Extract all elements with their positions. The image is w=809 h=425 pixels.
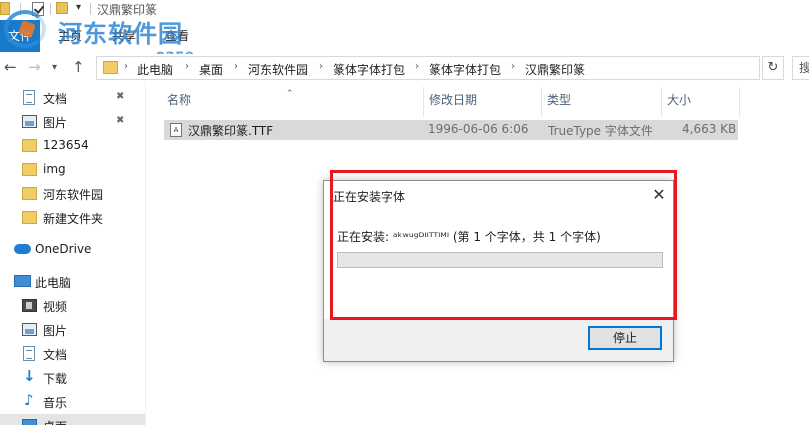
breadcrumb-separator-icon[interactable]: › [319, 61, 323, 72]
sidebar-item-downloads[interactable]: ↓ 下载 [0, 366, 145, 390]
sidebar-item-documents[interactable]: 文档 [0, 342, 145, 366]
folder-icon [22, 139, 37, 152]
table-row[interactable]: A 汉鼎繁印篆.TTF 1996-06-06 6:06 TrueType 字体文… [164, 120, 738, 140]
sidebar-item-label: img [43, 162, 66, 176]
music-icon: ♪ [24, 391, 34, 409]
ribbon: 文件 主页 共享 查看 [0, 20, 809, 54]
new-folder-icon[interactable] [56, 2, 68, 14]
sort-ascending-icon: ⌃ [286, 89, 294, 99]
tab-share[interactable]: 共享 [112, 20, 136, 52]
folder-icon [22, 211, 37, 224]
sidebar-item-label: 此电脑 [35, 276, 72, 290]
sidebar-item-label: 文档 [43, 348, 68, 362]
font-file-icon: A [170, 123, 182, 137]
folder-icon [0, 2, 10, 15]
column-header-date[interactable]: 修改日期 [424, 87, 542, 117]
breadcrumb-desktop[interactable]: 桌面 [199, 61, 223, 78]
breadcrumb-separator-icon[interactable]: › [511, 61, 515, 72]
tab-home[interactable]: 主页 [58, 20, 82, 52]
sidebar-item-label: 音乐 [43, 396, 68, 410]
window-titlebar: ▾ 汉鼎繁印篆 [0, 0, 809, 20]
toolbar-separator [50, 3, 51, 15]
download-icon: ↓ [23, 367, 36, 385]
sidebar-item-onedrive[interactable]: OneDrive [0, 238, 145, 262]
back-arrow-icon[interactable]: ← [4, 58, 17, 76]
forward-arrow-icon[interactable]: → [28, 58, 41, 76]
breadcrumb-font-pack-1[interactable]: 篆体字体打包 [333, 61, 405, 78]
sidebar-item-label: 文档 [43, 92, 68, 106]
sidebar-item-label: 图片 [43, 324, 68, 338]
customize-quick-access-icon[interactable]: ▾ [76, 2, 81, 13]
breadcrumb-separator-icon[interactable]: › [124, 61, 128, 72]
sidebar-item-pictures[interactable]: 图片 [0, 318, 145, 342]
sidebar-item-label: 下载 [43, 372, 68, 386]
pin-icon: ✖ [116, 91, 125, 102]
sidebar-item-desktop[interactable]: 桌面 [0, 414, 145, 425]
recent-locations-icon[interactable]: ▾ [52, 62, 57, 73]
document-icon [23, 346, 35, 361]
column-header-type[interactable]: 类型 [542, 87, 662, 117]
sidebar-item-img[interactable]: img [0, 158, 145, 182]
computer-icon [14, 275, 31, 287]
navigation-bar: ← → ▾ ↑ › 此电脑 › 桌面 › 河东软件园 › 篆体字体打包 › 篆体… [0, 54, 809, 82]
highlight-annotation [330, 170, 677, 320]
breadcrumb-separator-icon[interactable]: › [415, 61, 419, 72]
sidebar-item-label: 河东软件园 [43, 188, 104, 202]
file-date: 1996-06-06 6:06 [428, 122, 529, 136]
sidebar-item-this-pc[interactable]: 此电脑 [0, 270, 145, 294]
breadcrumb-separator-icon[interactable]: › [234, 61, 238, 72]
cloud-icon [14, 244, 31, 254]
toolbar-separator [90, 3, 91, 15]
column-header-name[interactable]: 名称 ⌃ [162, 87, 424, 117]
picture-icon [22, 115, 37, 128]
sidebar-item-documents-pinned[interactable]: 文档 ✖ [0, 86, 145, 110]
folder-icon [22, 187, 37, 200]
sidebar-item-pictures-pinned[interactable]: 图片 ✖ [0, 110, 145, 134]
sidebar-item-123654[interactable]: 123654 [0, 134, 145, 158]
sidebar-item-label: 新建文件夹 [43, 212, 104, 226]
column-header-size[interactable]: 大小 [662, 87, 740, 117]
desktop-icon [22, 419, 37, 425]
column-header-label: 名称 [167, 93, 192, 107]
properties-icon[interactable] [32, 2, 44, 16]
folder-icon [22, 163, 37, 176]
breadcrumb-hedong[interactable]: 河东软件园 [248, 61, 308, 78]
sidebar-item-hedong[interactable]: 河东软件园 [0, 182, 145, 206]
tab-view[interactable]: 查看 [165, 20, 189, 52]
search-input[interactable]: 搜 [792, 56, 809, 80]
video-icon [22, 299, 37, 312]
sidebar-item-label: 桌面 [43, 418, 67, 425]
sidebar-item-label: 图片 [43, 116, 68, 130]
stop-button[interactable]: 停止 [588, 326, 662, 350]
sidebar-item-new-folder[interactable]: 新建文件夹 [0, 206, 145, 230]
tab-file[interactable]: 文件 [0, 20, 40, 52]
sidebar-item-label: 视频 [43, 300, 68, 314]
toolbar-separator [20, 3, 21, 15]
up-arrow-icon[interactable]: ↑ [72, 58, 85, 76]
file-type: TrueType 字体文件 [548, 124, 653, 138]
address-bar[interactable]: › 此电脑 › 桌面 › 河东软件园 › 篆体字体打包 › 篆体字体打包 › 汉… [96, 56, 760, 80]
breadcrumb-current-folder[interactable]: 汉鼎繁印篆 [525, 61, 585, 78]
folder-icon [103, 61, 118, 74]
breadcrumb-this-pc[interactable]: 此电脑 [137, 61, 173, 78]
picture-icon [22, 323, 37, 336]
file-name: 汉鼎繁印篆.TTF [188, 124, 274, 138]
refresh-icon[interactable]: ↻ [762, 56, 784, 80]
sidebar-item-music[interactable]: ♪ 音乐 [0, 390, 145, 414]
window-title: 汉鼎繁印篆 [97, 3, 158, 17]
document-icon [23, 90, 35, 105]
navigation-pane: 文档 ✖ 图片 ✖ 123654 img 河东软件园 新建文件夹 OneDriv… [0, 82, 145, 425]
sidebar-item-label: OneDrive [35, 242, 92, 256]
sidebar-item-label: 123654 [43, 138, 89, 152]
pin-icon: ✖ [116, 115, 125, 126]
sidebar-item-videos[interactable]: 视频 [0, 294, 145, 318]
breadcrumb-separator-icon[interactable]: › [185, 61, 189, 72]
file-size: 4,663 KB [682, 122, 737, 136]
breadcrumb-font-pack-2[interactable]: 篆体字体打包 [429, 61, 501, 78]
